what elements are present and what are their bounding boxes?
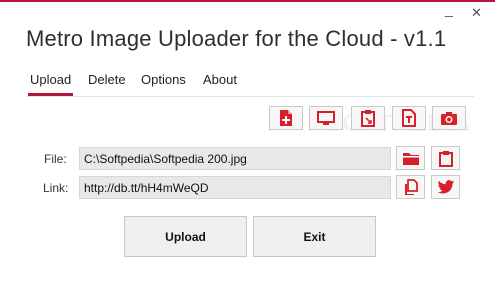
tab-options[interactable]: Options bbox=[141, 72, 186, 93]
tab-about[interactable]: About bbox=[203, 72, 237, 93]
file-label: File: bbox=[44, 152, 67, 166]
text-file-icon bbox=[402, 109, 416, 127]
capture-screen-button[interactable] bbox=[309, 106, 343, 130]
copy-icon bbox=[404, 178, 418, 195]
camera-icon bbox=[441, 112, 457, 125]
twitter-icon bbox=[437, 179, 454, 193]
link-field[interactable]: http://db.tt/hH4mWeQD bbox=[79, 176, 391, 199]
add-file-button[interactable] bbox=[269, 106, 303, 130]
text-file-button[interactable] bbox=[392, 106, 426, 130]
minimize-button[interactable]: _ bbox=[445, 2, 453, 16]
monitor-icon bbox=[317, 111, 335, 125]
upload-button[interactable]: Upload bbox=[124, 216, 247, 257]
app-title: Metro Image Uploader for the Cloud - v1.… bbox=[26, 26, 447, 51]
clipboard-region-icon bbox=[361, 110, 375, 127]
tab-divider bbox=[26, 96, 474, 97]
add-file-icon bbox=[280, 110, 292, 126]
paste-file-button[interactable] bbox=[431, 146, 460, 170]
copy-link-button[interactable] bbox=[396, 175, 425, 199]
clipboard-icon bbox=[438, 150, 453, 167]
tab-delete[interactable]: Delete bbox=[88, 72, 126, 93]
camera-button[interactable] bbox=[432, 106, 466, 130]
capture-region-button[interactable] bbox=[351, 106, 385, 130]
file-path-field[interactable]: C:\Softpedia\Softpedia 200.jpg bbox=[79, 147, 391, 170]
folder-icon bbox=[402, 152, 419, 165]
window-accent-bar bbox=[0, 0, 495, 2]
exit-button[interactable]: Exit bbox=[253, 216, 376, 257]
tab-upload[interactable]: Upload bbox=[28, 72, 74, 96]
browse-file-button[interactable] bbox=[396, 146, 425, 170]
close-button[interactable]: ✕ bbox=[471, 6, 482, 20]
link-label: Link: bbox=[43, 181, 69, 195]
share-twitter-button[interactable] bbox=[431, 175, 460, 199]
